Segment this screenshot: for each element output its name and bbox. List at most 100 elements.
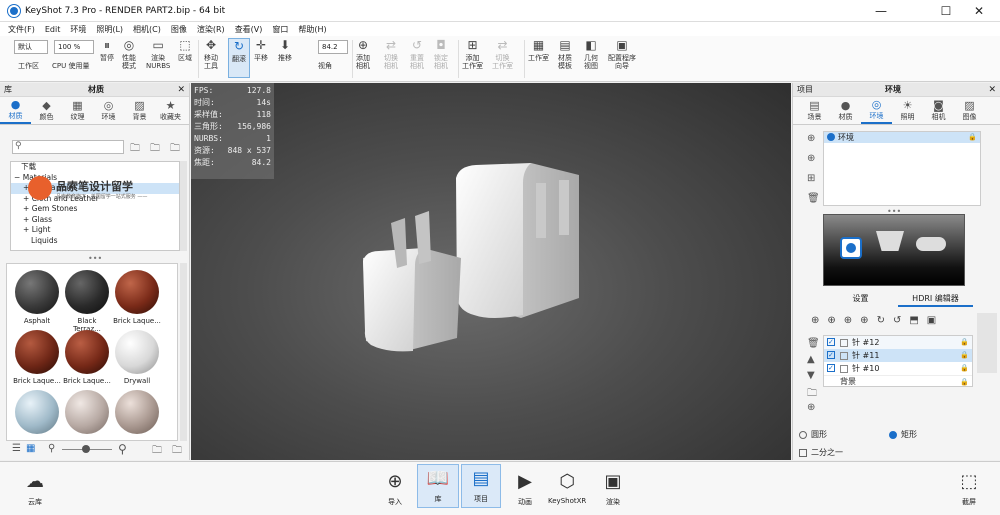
folder-refresh-icon[interactable]: 🗀 [170, 141, 180, 158]
lock-camera-button[interactable]: ◘ 锁定 相机 [434, 38, 448, 70]
delete-pin-icon[interactable]: 🗑 [807, 338, 820, 349]
zoom-select[interactable]: 100 % [54, 40, 94, 54]
performance-mode-button[interactable]: ◎ 性能 模式 [122, 38, 136, 70]
render-viewport[interactable]: FPS: 127.8 时间: 14s 采样值: 118 三角形: 156,986 NUR… [191, 83, 791, 460]
charger-model[interactable] [191, 83, 791, 460]
library-toggle-button[interactable]: 📖 库 [417, 464, 459, 508]
hdri-preview[interactable] [823, 214, 965, 286]
material-item[interactable]: Black Terraz... [63, 270, 111, 333]
fov-button[interactable]: 视角 [318, 62, 332, 70]
fov-input[interactable]: 84.2 [318, 40, 348, 54]
render-nurbs-button[interactable]: ▭ 渲染 NURBS [146, 38, 170, 70]
pin-list-item[interactable]: ✓ 针 #10 🔒 [824, 362, 972, 375]
tab-material[interactable]: ● 材质 [830, 97, 861, 124]
shape-rect-option[interactable]: 矩形 [889, 429, 917, 440]
tab-textures[interactable]: ▦ 纹理 [62, 97, 93, 124]
radio-circle[interactable] [799, 430, 807, 439]
screenshot-button[interactable]: ⬚ 截屏 [956, 468, 982, 507]
material-template-button[interactable]: ▤ 材质 模板 [558, 38, 572, 70]
menu-view[interactable]: 查看(V) [235, 24, 263, 35]
menu-image[interactable]: 图像 [171, 24, 187, 35]
move-up-icon[interactable]: ▲ [807, 354, 815, 365]
material-item[interactable]: Brick Laque... [63, 330, 111, 385]
tab-hdri-editor[interactable]: HDRI 编辑器 [898, 293, 973, 307]
hdri-pin[interactable] [876, 231, 904, 251]
pin-down-icon[interactable]: ⊕ [827, 315, 835, 329]
geometry-view-button[interactable]: ◧ 几何 视图 [584, 38, 598, 70]
material-item[interactable] [13, 390, 61, 437]
tab-environments[interactable]: ◎ 环境 [93, 97, 124, 124]
pin-visible-checkbox[interactable]: ✓ [827, 338, 835, 346]
lock-icon[interactable]: 🔒 [960, 336, 969, 349]
lock-icon[interactable]: 🔒 [968, 132, 977, 143]
pin-save-icon[interactable]: ▣ [927, 315, 936, 329]
tree-item[interactable]: + Glass [11, 215, 179, 226]
pan-button[interactable]: ✛ 平移 [254, 38, 268, 62]
tree-expander-icon[interactable]: + [23, 215, 29, 224]
tree-item[interactable]: Liquids [11, 236, 179, 247]
pin-folder-icon[interactable]: 🗀 [807, 386, 817, 403]
pin-list-item[interactable]: ✓ 针 #11 🔒 [824, 349, 972, 362]
pin-rotate-icon[interactable]: ↻ [877, 315, 885, 329]
tree-scrollbar[interactable] [180, 161, 187, 251]
splitter-handle[interactable]: ••• [88, 254, 102, 263]
environment-list-item[interactable]: 环境 🔒 [824, 132, 980, 143]
menu-help[interactable]: 帮助(H) [298, 24, 326, 35]
tab-image[interactable]: ▨ 图像 [954, 97, 985, 124]
reset-camera-button[interactable]: ↺ 重置 相机 [410, 38, 424, 70]
tab-favorites[interactable]: ★ 收藏夹 [155, 97, 186, 124]
lock-icon[interactable]: 🔒 [960, 362, 969, 375]
menu-lighting[interactable]: 照明(L) [96, 24, 123, 35]
hdri-pin-selected[interactable] [840, 237, 862, 259]
tab-scene[interactable]: ▤ 场景 [799, 97, 830, 124]
pin-refresh-icon[interactable]: ↺ [893, 315, 901, 329]
move-tool-button[interactable]: ✥ 移动 工具 [204, 38, 218, 70]
zoom-in-icon[interactable]: ⚲ [118, 442, 127, 456]
cloud-library-button[interactable]: ☁ 云库 [22, 468, 48, 507]
tab-settings[interactable]: 设置 [823, 293, 898, 307]
keyshotxr-button[interactable]: ⬡ KeyShotXR [548, 468, 586, 506]
upload-icon[interactable]: 🗀 [152, 443, 162, 460]
radio-rect[interactable] [889, 430, 897, 439]
studio-button[interactable]: ▦ 工作室 [528, 38, 549, 62]
add-folder-icon[interactable]: 🗀 [130, 141, 140, 158]
grid-view-icon[interactable]: ▦ [26, 443, 35, 454]
target-icon[interactable]: ⊕ [807, 402, 815, 413]
pin-add-icon[interactable]: ⊕ [844, 315, 852, 329]
duplicate-environment-icon[interactable]: ⊕ [807, 153, 815, 164]
close-button[interactable]: ✕ [962, 0, 996, 22]
tab-materials[interactable]: ● 材质 [0, 97, 31, 124]
workspace-button[interactable]: 工作区 [18, 62, 39, 70]
half-option[interactable]: 二分之一 [799, 447, 843, 458]
tab-colors[interactable]: ◆ 颜色 [31, 97, 62, 124]
tree-item[interactable]: 下载 [11, 162, 179, 173]
switch-camera-button[interactable]: ⇄ 切换 相机 [384, 38, 398, 70]
menu-edit[interactable]: Edit [45, 25, 61, 34]
hdri-pin[interactable] [916, 237, 946, 251]
dolly-button[interactable]: ⬇ 推移 [278, 38, 292, 62]
lock-icon[interactable]: 🔒 [960, 376, 969, 388]
library-search-input[interactable]: ⚲ [12, 140, 124, 154]
pin-down-icon[interactable]: ⊕ [811, 315, 819, 329]
add-studio-button[interactable]: ⊞ 添加 工作室 [462, 38, 483, 70]
shape-circle-option[interactable]: 圆形 [799, 429, 827, 440]
material-item[interactable] [63, 390, 111, 437]
tab-backgrounds[interactable]: ▨ 背景 [124, 97, 155, 124]
slider-handle[interactable] [82, 445, 90, 453]
material-item[interactable]: Drywall [113, 330, 161, 385]
workspace-select[interactable]: 默认 [14, 40, 48, 54]
pin-checkbox[interactable] [840, 351, 848, 360]
tree-expander-icon[interactable]: − [14, 173, 20, 182]
tree-item[interactable]: + Light [11, 225, 179, 236]
import-button[interactable]: ⊕ 导入 [382, 468, 408, 507]
close-panel-icon[interactable]: ✕ [988, 85, 996, 95]
pin-checkbox[interactable] [840, 364, 848, 373]
lock-icon[interactable]: 🔒 [960, 349, 969, 362]
menu-render[interactable]: 渲染(R) [197, 24, 225, 35]
material-item[interactable] [113, 390, 161, 437]
region-button[interactable]: ⬚ 区域 [178, 38, 192, 62]
list-view-icon[interactable]: ☰ [12, 443, 21, 454]
menu-camera[interactable]: 相机(C) [133, 24, 161, 35]
add-camera-button[interactable]: ⊕ 添加 相机 [356, 38, 370, 70]
pin-visible-checkbox[interactable]: ✓ [827, 364, 835, 372]
